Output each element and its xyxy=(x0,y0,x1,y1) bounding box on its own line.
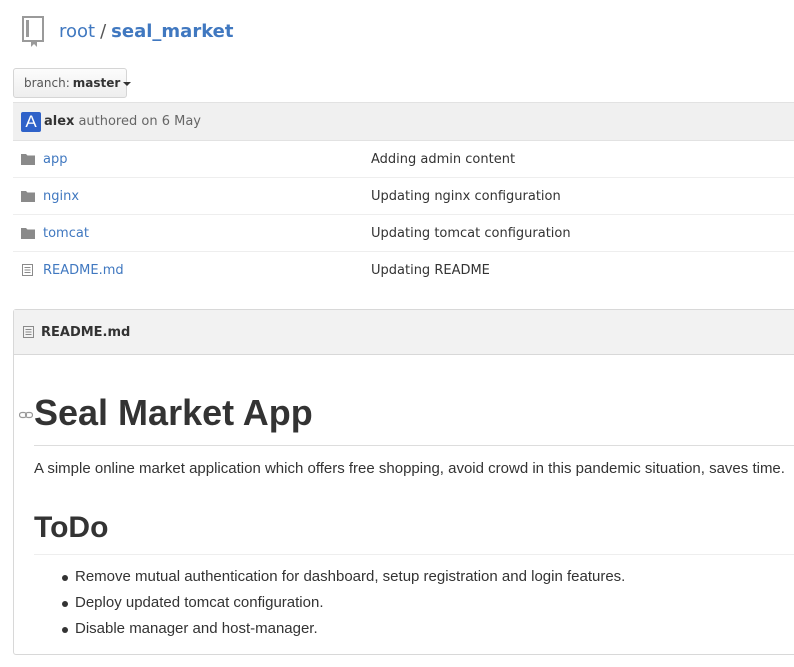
file-row-nginx[interactable]: nginx Updating nginx configuration xyxy=(13,178,794,215)
list-item: Deploy updated tomcat configuration. xyxy=(60,594,625,620)
chevron-down-icon xyxy=(123,82,132,86)
repo-book-icon xyxy=(22,16,46,48)
folder-icon xyxy=(21,153,35,165)
file-row-app[interactable]: app Adding admin content xyxy=(13,141,794,178)
readme-header: README.md xyxy=(14,310,794,355)
readme-description: A simple online market application which… xyxy=(34,460,785,477)
branch-name-label: master xyxy=(72,76,121,90)
readme-title: Seal Market App xyxy=(34,391,794,446)
commit-message[interactable]: Updating nginx configuration xyxy=(371,189,561,204)
commit-date-text: authored on 6 May xyxy=(78,114,201,129)
file-name-link[interactable]: tomcat xyxy=(43,226,89,241)
readme-filename: README.md xyxy=(41,324,131,340)
commit-message[interactable]: Adding admin content xyxy=(371,152,515,167)
file-icon xyxy=(22,326,36,338)
repo-owner-link[interactable]: root xyxy=(59,20,95,44)
breadcrumb: root / seal_market xyxy=(59,20,234,44)
link-icon[interactable] xyxy=(18,407,34,419)
file-name-link[interactable]: nginx xyxy=(43,189,79,204)
todo-list: Remove mutual authentication for dashboa… xyxy=(60,568,625,646)
branch-prefix-label: branch: xyxy=(24,76,70,90)
commit-message[interactable]: Updating tomcat configuration xyxy=(371,226,571,241)
list-item: Disable manager and host-manager. xyxy=(60,620,625,646)
list-item: Remove mutual authentication for dashboa… xyxy=(60,568,625,594)
readme-section-title: ToDo xyxy=(34,510,794,555)
file-name-link[interactable]: README.md xyxy=(43,263,124,278)
avatar[interactable]: A xyxy=(21,111,41,132)
file-name-link[interactable]: app xyxy=(43,152,67,167)
folder-icon xyxy=(21,190,35,202)
branch-selector-button[interactable]: branch: master xyxy=(13,68,132,98)
file-row-tomcat[interactable]: tomcat Updating tomcat configuration xyxy=(13,215,794,252)
breadcrumb-separator: / xyxy=(100,21,107,42)
repo-header: root / seal_market xyxy=(22,16,234,48)
readme-panel: README.md Seal Market App A simple onlin… xyxy=(13,309,794,655)
commit-message[interactable]: Updating README xyxy=(371,263,490,278)
file-icon xyxy=(21,264,35,276)
file-list: app Adding admin content nginx Updating … xyxy=(13,141,794,289)
repo-name-link[interactable]: seal_market xyxy=(111,20,233,44)
commit-author[interactable]: alex xyxy=(44,114,74,129)
latest-commit-bar: A alex authored on 6 May xyxy=(13,102,794,141)
file-row-readme[interactable]: README.md Updating README xyxy=(13,252,794,289)
folder-icon xyxy=(21,227,35,239)
